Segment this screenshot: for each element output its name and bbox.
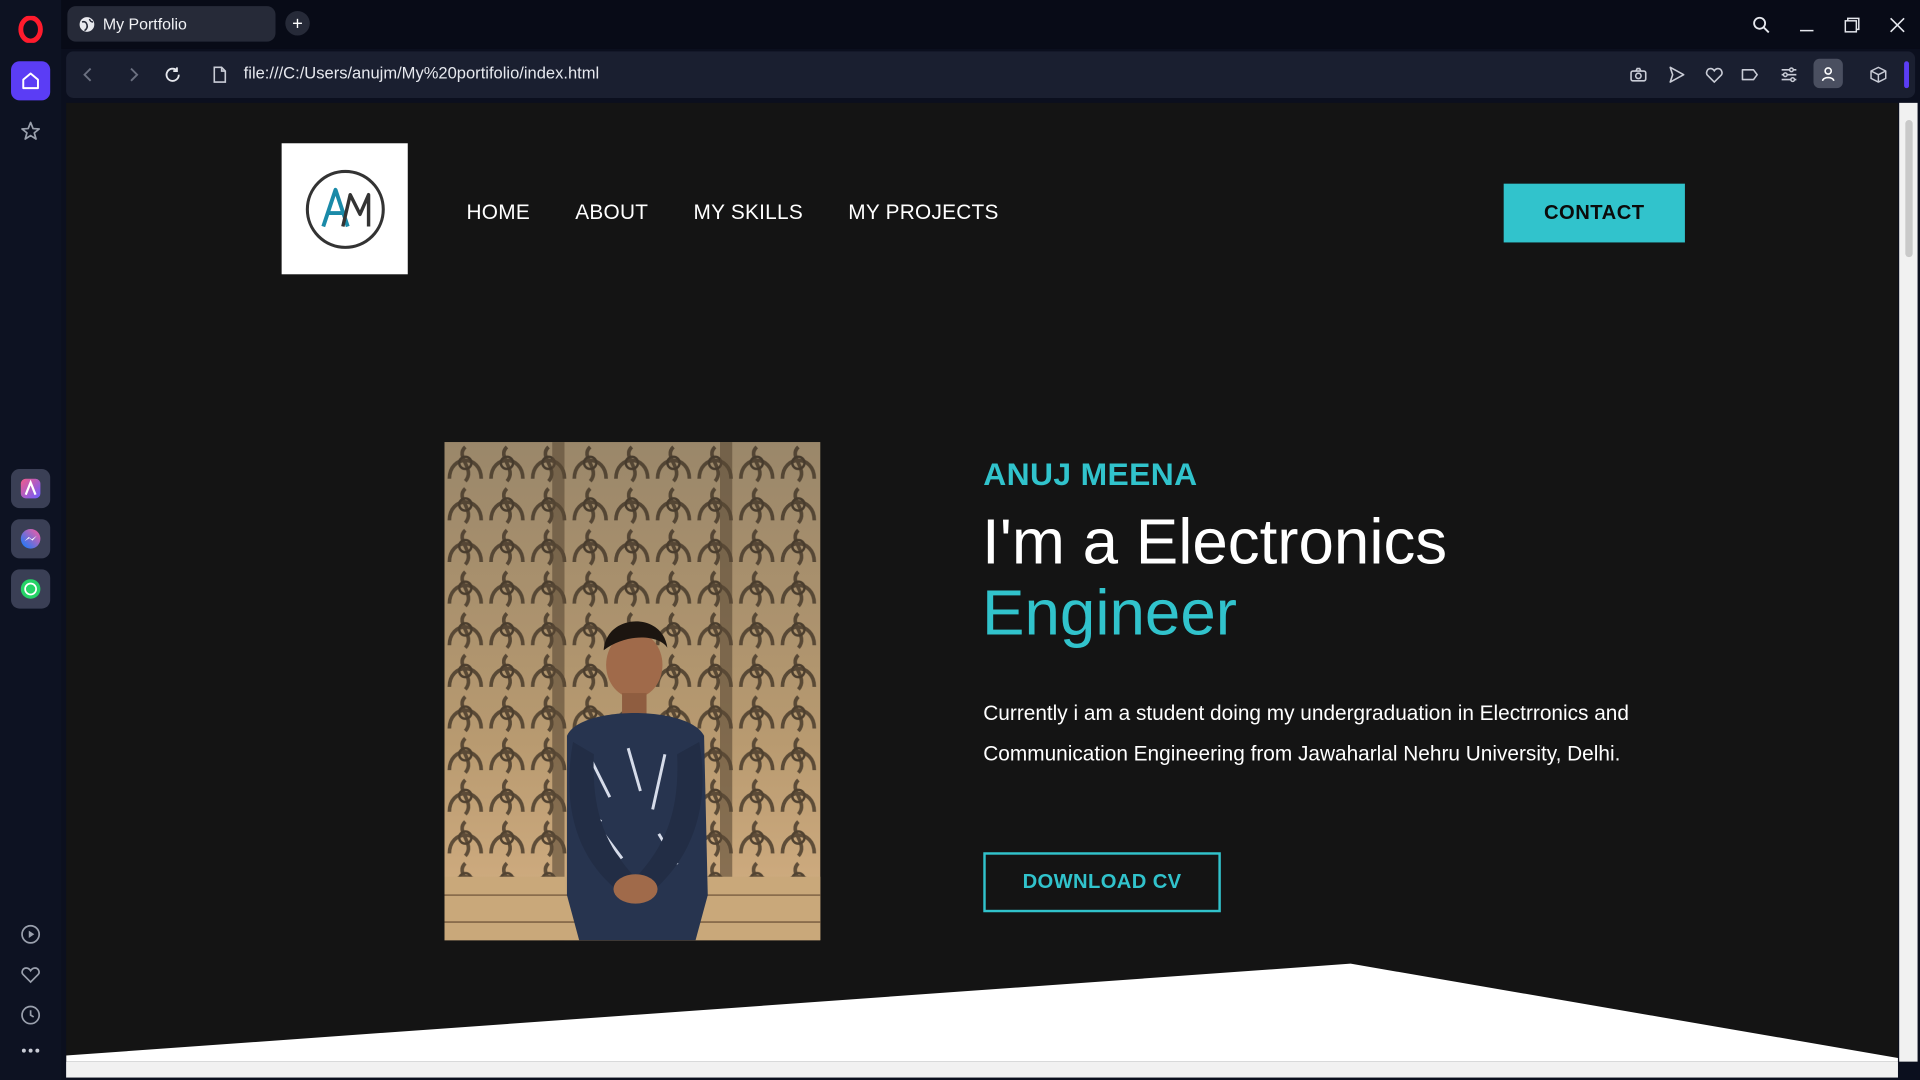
back-button[interactable] xyxy=(76,62,100,86)
aria-icon xyxy=(20,478,41,499)
contact-button[interactable]: CONTACT xyxy=(1503,183,1685,243)
camera-icon xyxy=(1630,67,1647,82)
snapshot-button[interactable] xyxy=(1626,62,1650,86)
profile-photo xyxy=(444,442,821,941)
close-window-button[interactable] xyxy=(1882,10,1911,39)
tab-title: My Portfolio xyxy=(102,14,187,34)
whatsapp-icon xyxy=(20,579,41,599)
tab-strip: My Portfolio + xyxy=(61,0,1920,49)
user-icon xyxy=(1821,67,1835,82)
sidebar-favorites-button[interactable] xyxy=(11,955,50,994)
main-nav: HOME ABOUT MY SKILLS MY PROJECTS xyxy=(467,201,999,225)
player-icon xyxy=(21,924,41,944)
heart-icon xyxy=(1705,67,1723,84)
settings-sliders-icon xyxy=(1781,67,1797,83)
site-logo[interactable]: AM xyxy=(281,143,408,275)
nav-home[interactable]: HOME xyxy=(467,201,530,225)
home-icon xyxy=(22,72,39,90)
send-icon xyxy=(1669,66,1685,83)
sidebar-history-button[interactable] xyxy=(11,996,50,1035)
vertical-scrollbar[interactable] xyxy=(1899,102,1918,1062)
hero-description: Currently i am a student doing my underg… xyxy=(983,701,1629,766)
scrollbar-thumb[interactable] xyxy=(1905,120,1913,258)
sidebar-more-button[interactable] xyxy=(11,1031,50,1070)
sidebar-home-button[interactable] xyxy=(11,61,51,101)
sidebar-whatsapp-button[interactable] xyxy=(11,569,51,609)
search-icon xyxy=(1752,16,1769,33)
profile-button[interactable] xyxy=(1813,58,1843,89)
restore-button[interactable] xyxy=(1837,10,1866,39)
sidebar-player-button[interactable] xyxy=(11,915,50,954)
file-icon xyxy=(213,66,227,83)
forward-arrow-icon xyxy=(130,67,139,82)
messenger-icon xyxy=(20,528,41,549)
cube-icon xyxy=(1870,66,1887,83)
sidebar-toggle-indicator[interactable] xyxy=(1904,61,1909,89)
tab-my-portfolio[interactable]: My Portfolio xyxy=(67,6,276,42)
horizontal-scrollbar[interactable] xyxy=(66,1061,1898,1078)
easy-setup-button[interactable] xyxy=(1777,62,1801,86)
hero-headline: I'm a Electronics Engineer xyxy=(982,507,1447,649)
section-divider-shape xyxy=(66,963,1898,1062)
reload-button[interactable] xyxy=(160,62,184,86)
star-icon xyxy=(21,121,41,140)
minimize-button[interactable] xyxy=(1791,10,1820,39)
heart-icon xyxy=(21,967,40,984)
opera-logo-icon[interactable] xyxy=(17,15,44,44)
globe-icon xyxy=(79,16,95,32)
tag-icon xyxy=(1741,69,1758,81)
forward-button[interactable] xyxy=(121,62,145,86)
new-tab-button[interactable]: + xyxy=(285,11,310,36)
nav-my-projects[interactable]: MY PROJECTS xyxy=(848,201,998,225)
extensions-button[interactable] xyxy=(1866,62,1890,86)
restore-icon xyxy=(1843,17,1859,32)
download-cv-button[interactable]: DOWNLOAD CV xyxy=(983,852,1221,913)
url-field[interactable]: file:///C:/Users/anujm/My%20portifolio/i… xyxy=(244,64,600,82)
address-bar: file:///C:/Users/anujm/My%20portifolio/i… xyxy=(66,51,1916,98)
sidebar-messenger-button[interactable] xyxy=(11,519,51,559)
person-name: ANUJ MEENA xyxy=(983,455,1198,493)
nav-about[interactable]: ABOUT xyxy=(575,201,648,225)
back-arrow-icon xyxy=(83,67,92,82)
sidebar-aria-button[interactable] xyxy=(11,468,51,509)
search-tabs-button[interactable] xyxy=(1746,10,1775,39)
headline-line2: Engineer xyxy=(982,577,1237,649)
am-logo-icon xyxy=(305,169,385,249)
history-icon xyxy=(21,1005,41,1025)
page-viewport: AM HOME ABOUT MY SKILLS MY PROJECTS CONT… xyxy=(66,102,1898,1062)
close-icon xyxy=(1889,17,1905,32)
sidebar-pinboards-button[interactable] xyxy=(11,111,50,150)
browser-sidebar xyxy=(0,0,62,1080)
more-icon xyxy=(21,1048,40,1053)
headline-line1: I'm a Electronics xyxy=(982,506,1448,578)
send-button[interactable] xyxy=(1664,62,1688,86)
bookmark-button[interactable] xyxy=(1702,62,1726,86)
reload-icon xyxy=(165,67,180,82)
minimize-icon xyxy=(1799,29,1813,31)
page-info-button[interactable] xyxy=(207,62,231,86)
nav-my-skills[interactable]: MY SKILLS xyxy=(694,201,803,225)
tab-manager-button[interactable] xyxy=(1738,62,1762,86)
